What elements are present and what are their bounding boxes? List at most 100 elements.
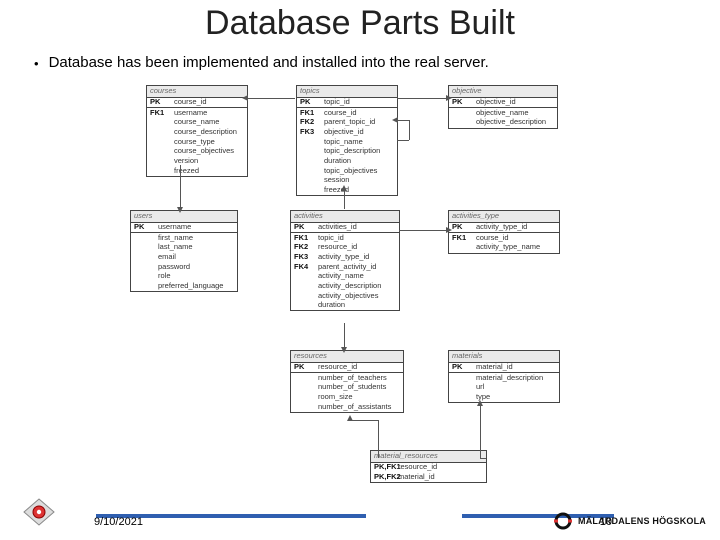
table-courses: courses PKcourse_id FK1usernamecourse_na…: [146, 85, 248, 177]
table-row: course_objectives: [147, 147, 247, 157]
table-header: activities: [291, 211, 399, 223]
table-row: last_name: [131, 243, 237, 253]
table-row: PKusername: [131, 223, 237, 233]
pk-section: PKactivity_type_id: [449, 223, 559, 234]
table-activities-type: activities_type PKactivity_type_id FK1co…: [448, 210, 560, 254]
table-row: password: [131, 262, 237, 272]
arrow-matres-resources: [378, 420, 379, 458]
table-header: resources: [291, 351, 403, 363]
table-row: PKtopic_id: [297, 98, 397, 108]
fields-section: material_descriptionurltype: [449, 373, 559, 402]
arrow-head-icon: [392, 117, 398, 123]
bullet-icon: •: [34, 56, 39, 71]
bullet-text: • Database has been implemented and insta…: [34, 54, 489, 71]
table-row: activity_type_name: [449, 243, 559, 253]
table-row: freezed: [147, 166, 247, 176]
table-row: activity_objectives: [291, 291, 399, 301]
footer-date: 9/10/2021: [94, 516, 143, 528]
table-row: duration: [291, 301, 399, 311]
arrow-head-icon: [341, 347, 347, 353]
table-header: users: [131, 211, 237, 223]
arrow-matres-materials: [480, 405, 481, 458]
table-row: course_description: [147, 128, 247, 138]
arrow-topics-self: [397, 140, 409, 141]
table-objective: objective PKobjective_id objective_nameo…: [448, 85, 558, 129]
bullet-content: Database has been implemented and instal…: [49, 54, 489, 71]
table-row: email: [131, 253, 237, 263]
table-row: preferred_language: [131, 281, 237, 291]
table-material-resources: material_resources PK,FK1resource_idPK,F…: [370, 450, 487, 483]
table-row: room_size: [291, 393, 403, 403]
footer: 9/10/2021 10 MÄLARDALENS HÖGSKOLA: [0, 496, 720, 540]
table-row: number_of_assistants: [291, 402, 403, 412]
table-activities: activities PKactivities_id FK1topic_idFK…: [290, 210, 400, 311]
arrow-head-icon: [446, 227, 452, 233]
table-row: FK3activity_type_id: [291, 253, 399, 263]
fields-section: FK1course_idFK2parent_topic_idFK3objecti…: [297, 108, 397, 195]
table-header: topics: [297, 86, 397, 98]
table-row: PKresource_id: [291, 363, 403, 373]
arrow-head-icon: [477, 400, 483, 406]
table-row: activity_description: [291, 281, 399, 291]
table-row: url: [449, 383, 559, 393]
arrow-head-icon: [242, 95, 248, 101]
table-row: type: [449, 393, 559, 403]
pk-section: PKtopic_id: [297, 98, 397, 109]
table-header: activities_type: [449, 211, 559, 223]
table-row: FK3objective_id: [297, 128, 397, 138]
table-row: freezed: [297, 185, 397, 195]
table-users: users PKusername first_namelast_nameemai…: [130, 210, 238, 292]
table-row: PK,FK1resource_id: [371, 463, 486, 473]
arrow-head-icon: [341, 185, 347, 191]
logo-right: MÄLARDALENS HÖGSKOLA: [552, 510, 706, 532]
arrow-topics-self-h2: [397, 120, 409, 121]
brand-text: MÄLARDALENS HÖGSKOLA: [578, 516, 706, 526]
table-row: duration: [297, 156, 397, 166]
arrow-courses-users: [180, 165, 181, 209]
arrow-topics-objective: [397, 98, 447, 99]
table-row: PKactivities_id: [291, 223, 399, 233]
table-row: version: [147, 156, 247, 166]
pk-section: PK,FK1resource_idPK,FK2material_id: [371, 463, 486, 482]
table-header: materials: [449, 351, 559, 363]
pk-section: PKusername: [131, 223, 237, 234]
fields-section: FK1topic_idFK2resource_idFK3activity_typ…: [291, 233, 399, 310]
arrow-activities-topics: [344, 190, 345, 209]
table-row: objective_description: [449, 118, 557, 128]
arrow-activities-resources: [344, 323, 345, 349]
table-row: session: [297, 176, 397, 186]
table-row: PKobjective_id: [449, 98, 557, 108]
arrow-matres-resources-h: [350, 420, 379, 421]
table-row: PKcourse_id: [147, 98, 247, 108]
table-header: courses: [147, 86, 247, 98]
pk-section: PKcourse_id: [147, 98, 247, 109]
fields-section: FK1course_idactivity_type_name: [449, 233, 559, 252]
slide: Database Parts Built • Database has been …: [0, 0, 720, 540]
table-row: role: [131, 272, 237, 282]
table-header: material_resources: [371, 451, 486, 463]
arrow-activities-acttype: [399, 230, 447, 231]
table-row: topic_description: [297, 147, 397, 157]
table-row: activity_name: [291, 272, 399, 282]
table-row: PKmaterial_id: [449, 363, 559, 373]
slide-title: Database Parts Built: [0, 4, 720, 43]
logo-left: [22, 497, 56, 532]
pk-section: PKobjective_id: [449, 98, 557, 109]
arrow-head-icon: [347, 415, 353, 421]
pk-section: PKmaterial_id: [449, 363, 559, 374]
arrow-topics-self-v: [409, 120, 410, 140]
table-row: material_description: [449, 373, 559, 383]
pk-section: PKactivities_id: [291, 223, 399, 234]
arrow-head-icon: [177, 207, 183, 213]
table-topics: topics PKtopic_id FK1course_idFK2parent_…: [296, 85, 398, 196]
pk-section: PKresource_id: [291, 363, 403, 374]
fields-section: number_of_teachersnumber_of_studentsroom…: [291, 373, 403, 412]
table-header: objective: [449, 86, 557, 98]
arrow-topics-courses: [247, 98, 295, 99]
arrow-matres-materials-h: [480, 458, 486, 459]
fields-section: objective_nameobjective_description: [449, 108, 557, 127]
table-row: PKactivity_type_id: [449, 223, 559, 233]
table-row: PK,FK2material_id: [371, 472, 486, 482]
fields-section: FK1usernamecourse_namecourse_description…: [147, 108, 247, 175]
table-materials: materials PKmaterial_id material_descrip…: [448, 350, 560, 403]
